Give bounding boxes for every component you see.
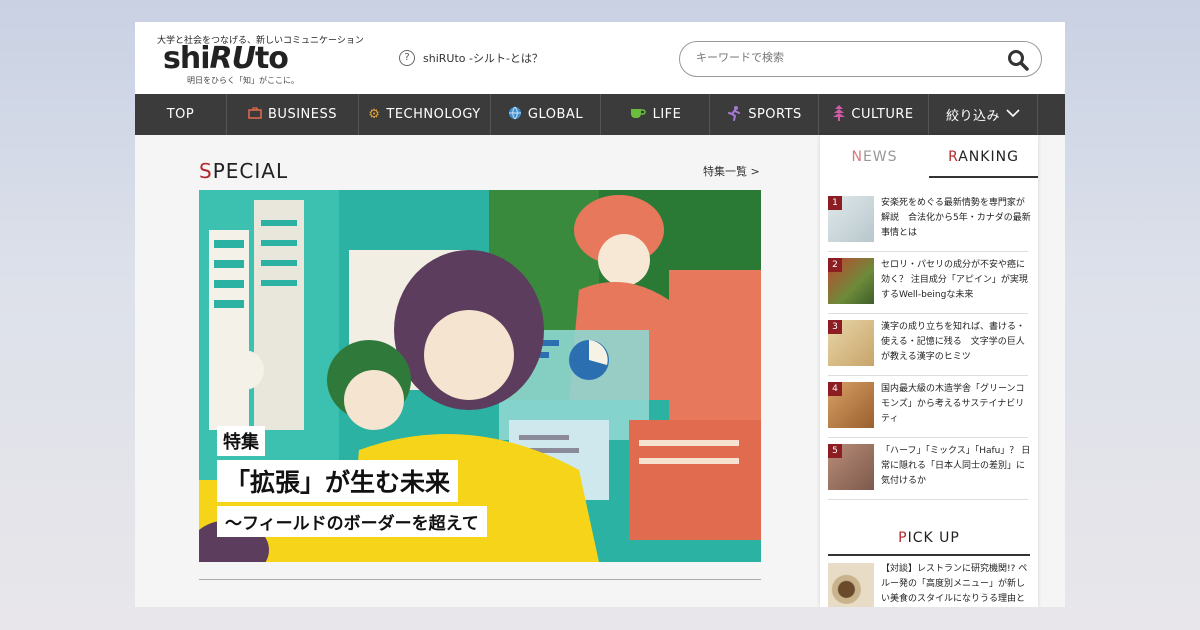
rank-badge: 4 [828,382,842,396]
list-item[interactable]: 3 漢字の成り立ちを知れば、書ける・使える・記憶に残る 文字学の巨人が教える漢字… [828,314,1028,376]
site-logo[interactable]: shiRUto [163,41,289,76]
divider [828,554,1030,556]
about-link[interactable]: ? shiRUto -シルト-とは？ [399,50,543,66]
page-frame: 大学と社会をつなげる、新しいコミュニケーション shiRUto 明日をひらく「知… [135,22,1065,607]
hero-subtitle: 〜フィールドのボーダーを超えて [217,506,487,537]
nav-item-culture[interactable]: CULTURE [819,94,929,135]
tab-news[interactable]: NEWS [820,135,929,178]
list-item[interactable]: 2 セロリ・パセリの成分が不安や癌に効く？ 注目成分「アピイン」が実現するWel… [828,252,1028,314]
list-item[interactable]: 4 国内最大級の木造学舎「グリーンコモンズ」から考えるサステイナビリティ [828,376,1028,438]
list-item[interactable]: 1 安楽死をめぐる最新情勢を専門家が解説 合法化から5年・カナダの最新事情とは [828,190,1031,252]
hero-title: 「拡張」が生む未来 [217,460,459,502]
nav-item-top[interactable]: TOP [135,94,227,135]
chevron-down-icon [1006,107,1020,122]
search-input[interactable] [696,51,986,64]
site-header: 大学と社会をつなげる、新しいコミュニケーション shiRUto 明日をひらく「知… [135,22,1065,94]
search-box [679,41,1042,77]
article-title: セロリ・パセリの成分が不安や癌に効く？ 注目成分「アピイン」が実現するWell-… [881,260,1028,300]
cup-icon [629,107,647,123]
rank-badge: 3 [828,320,842,334]
pickup-item[interactable]: 【対談】レストランに研究機関!? ペルー発の「高度別メニュー」が新しい美食のスタ… [828,563,1030,607]
article-title: 「ハーフ」「ミックス」「Hafu」？ 日常に隠れる「日本人同士の差別」に気付ける… [881,446,1031,486]
rank-badge: 2 [828,258,842,272]
rank-badge: 1 [828,196,842,210]
search-icon[interactable] [1007,49,1029,71]
nav-item-life[interactable]: LIFE [601,94,710,135]
briefcase-icon [248,106,262,123]
pickup-heading: PICK UP [898,530,960,546]
nav-item-technology[interactable]: ⚙ TECHNOLOGY [359,94,491,135]
sidebar: NEWS RANKING 1 安楽死をめぐる最新情勢を専門家が解説 合法化から5… [820,135,1038,607]
special-list-link[interactable]: 特集一覧 > [703,163,760,179]
nav-item-business[interactable]: BUSINESS [227,94,359,135]
special-heading: SPECIAL [199,159,289,183]
main-nav: TOP BUSINESS ⚙ TECHNOLOGY GLOBAL LIFE SP… [135,94,1065,135]
question-icon: ? [399,50,415,66]
article-title: 安楽死をめぐる最新情勢を専門家が解説 合法化から5年・カナダの最新事情とは [881,198,1031,238]
hero-label: 特集 [217,426,265,456]
list-item[interactable]: 5 「ハーフ」「ミックス」「Hafu」？ 日常に隠れる「日本人同士の差別」に気付… [828,438,1031,500]
article-thumbnail [828,563,874,607]
runner-icon [726,105,742,125]
rank-badge: 5 [828,444,842,458]
globe-icon [508,106,522,124]
nav-item-global[interactable]: GLOBAL [491,94,601,135]
article-title: 国内最大級の木造学舎「グリーンコモンズ」から考えるサステイナビリティ [881,384,1025,424]
about-label: shiRUto -シルト-とは？ [423,52,543,65]
ranking-list: 1 安楽死をめぐる最新情勢を専門家が解説 合法化から5年・カナダの最新事情とは … [828,190,1031,500]
hero-caption: 特集 「拡張」が生む未来 〜フィールドのボーダーを超えて [217,426,487,537]
divider [199,579,761,580]
article-title: 【対談】レストランに研究機関!? ペルー発の「高度別メニュー」が新しい美食のスタ… [881,564,1028,604]
special-hero-banner[interactable]: 特集 「拡張」が生む未来 〜フィールドのボーダーを超えて [199,190,761,562]
logo-subtitle: 明日をひらく「知」がここに。 [187,76,299,85]
gear-icon: ⚙ [368,107,381,122]
nav-item-sports[interactable]: SPORTS [710,94,819,135]
pagoda-icon [833,104,846,125]
sidebar-tabs: NEWS RANKING [820,135,1038,178]
tab-ranking[interactable]: RANKING [929,135,1038,178]
nav-item-filter[interactable]: 絞り込み [929,94,1038,135]
article-title: 漢字の成り立ちを知れば、書ける・使える・記憶に残る 文字学の巨人が教える漢字のヒ… [881,322,1026,362]
